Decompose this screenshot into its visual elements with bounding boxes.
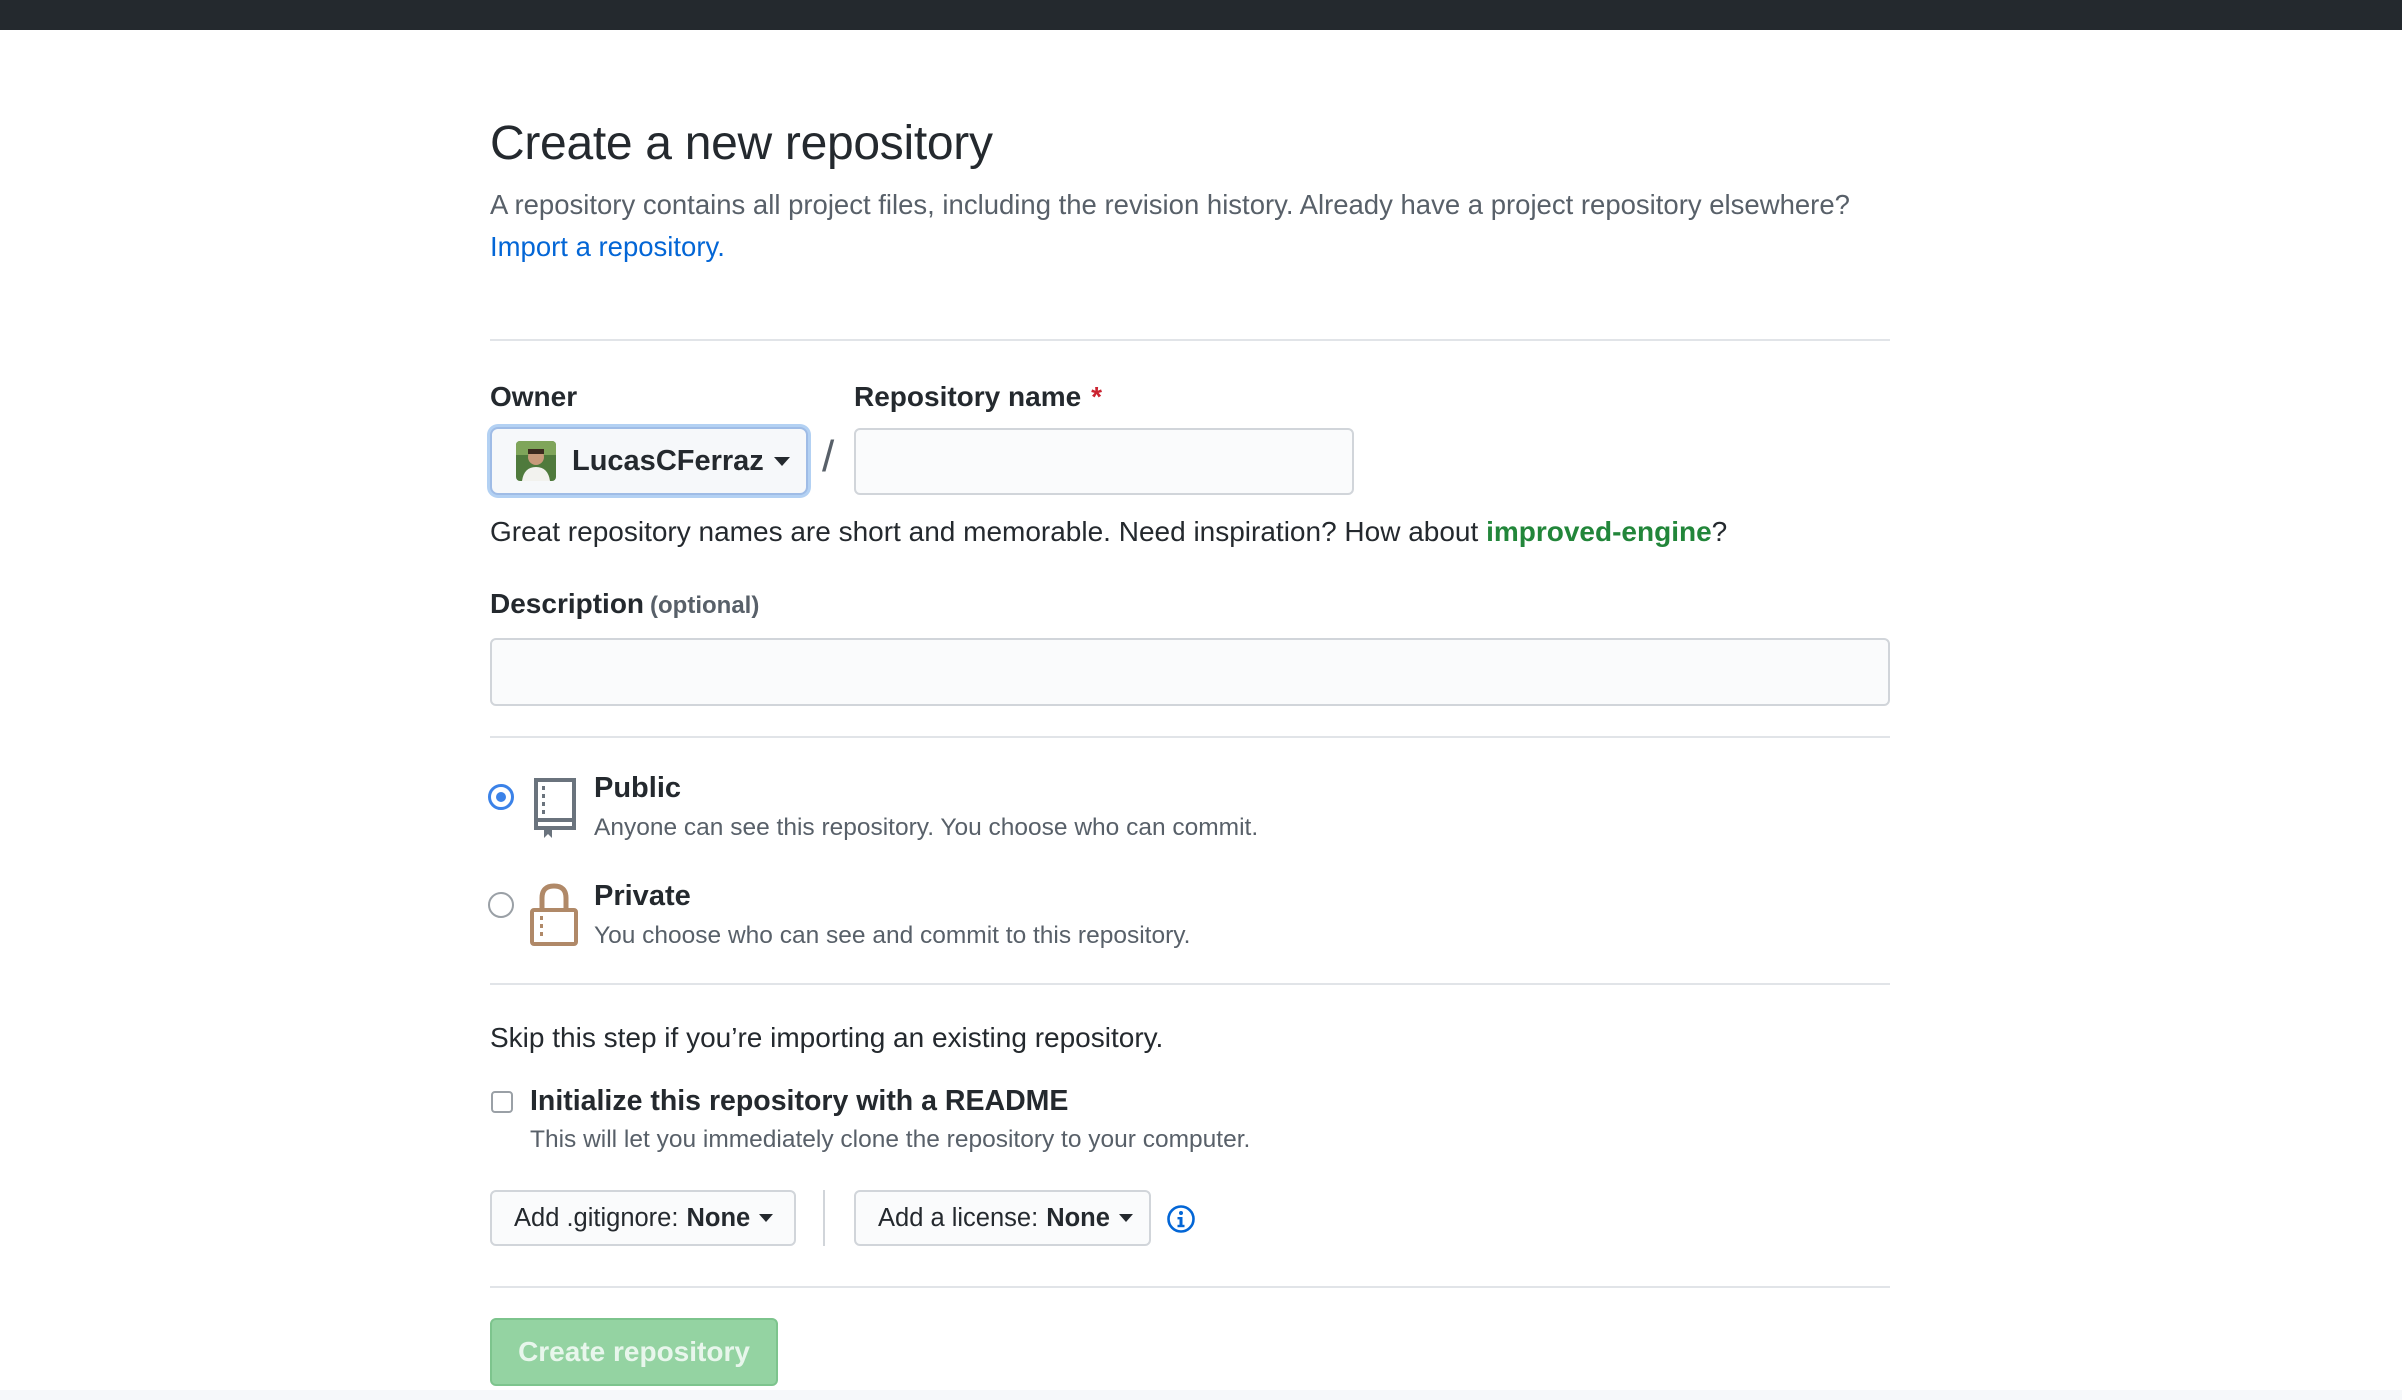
info-icon[interactable] [1166, 1204, 1196, 1239]
public-title: Public [594, 772, 682, 804]
caret-down-icon [773, 456, 790, 466]
repo-icon [530, 774, 580, 845]
page-subhead: A repository contains all project files,… [490, 184, 1890, 268]
page-footer-strip [0, 1390, 2402, 1400]
repository-name-label: Repository name * [854, 381, 1102, 413]
license-value: None [1046, 1203, 1110, 1232]
description-input[interactable] [490, 638, 1890, 706]
owner-label: Owner [490, 381, 578, 412]
avatar [516, 441, 556, 481]
name-hint-text: Great repository names are short and mem… [490, 516, 1479, 547]
owner-name: LucasCFerraz [572, 444, 764, 477]
divider [490, 339, 1890, 341]
optional-note: (optional) [650, 592, 760, 619]
gitignore-select[interactable]: Add .gitignore: None [490, 1190, 796, 1246]
create-repository-button[interactable]: Create repository [490, 1318, 778, 1386]
divider [490, 983, 1890, 985]
gitignore-value: None [686, 1203, 751, 1232]
repository-name-label-text: Repository name [854, 381, 1082, 412]
suggested-name[interactable]: improved-engine [1486, 516, 1712, 547]
private-title: Private [594, 880, 691, 912]
caret-down-icon [759, 1214, 774, 1222]
name-hint: Great repository names are short and mem… [490, 516, 1727, 548]
lock-icon [528, 882, 580, 953]
readme-checkbox[interactable] [491, 1091, 513, 1113]
repository-name-input[interactable] [854, 428, 1354, 495]
caret-down-icon [1118, 1214, 1133, 1222]
header-bar [0, 0, 2402, 30]
page-title: Create a new repository [490, 117, 993, 170]
owner-select[interactable]: LucasCFerraz [490, 427, 808, 495]
gitignore-label: Add .gitignore: [514, 1203, 679, 1232]
required-marker: * [1091, 381, 1103, 412]
description-label: Description (optional) [490, 588, 759, 620]
select-divider [823, 1190, 825, 1246]
private-radio[interactable] [488, 892, 514, 918]
description-label-text: Description [490, 588, 645, 619]
readme-label[interactable]: Initialize this repository with a README [530, 1085, 1068, 1118]
license-select[interactable]: Add a license: None [854, 1190, 1151, 1246]
license-label: Add a license: [878, 1203, 1039, 1232]
name-hint-suffix: ? [1711, 516, 1728, 547]
divider [490, 1286, 1890, 1288]
import-repository-link[interactable]: Import a repository. [490, 231, 725, 262]
owner-repo-separator: / [822, 432, 835, 481]
divider [490, 736, 1890, 738]
private-description: You choose who can see and commit to thi… [594, 922, 1191, 949]
public-radio[interactable] [488, 784, 514, 810]
skip-note: Skip this step if you’re importing an ex… [490, 1022, 1164, 1053]
readme-description: This will let you immediately clone the … [530, 1126, 1251, 1153]
public-description: Anyone can see this repository. You choo… [594, 814, 1259, 841]
subhead-text: A repository contains all project files,… [490, 189, 1850, 220]
